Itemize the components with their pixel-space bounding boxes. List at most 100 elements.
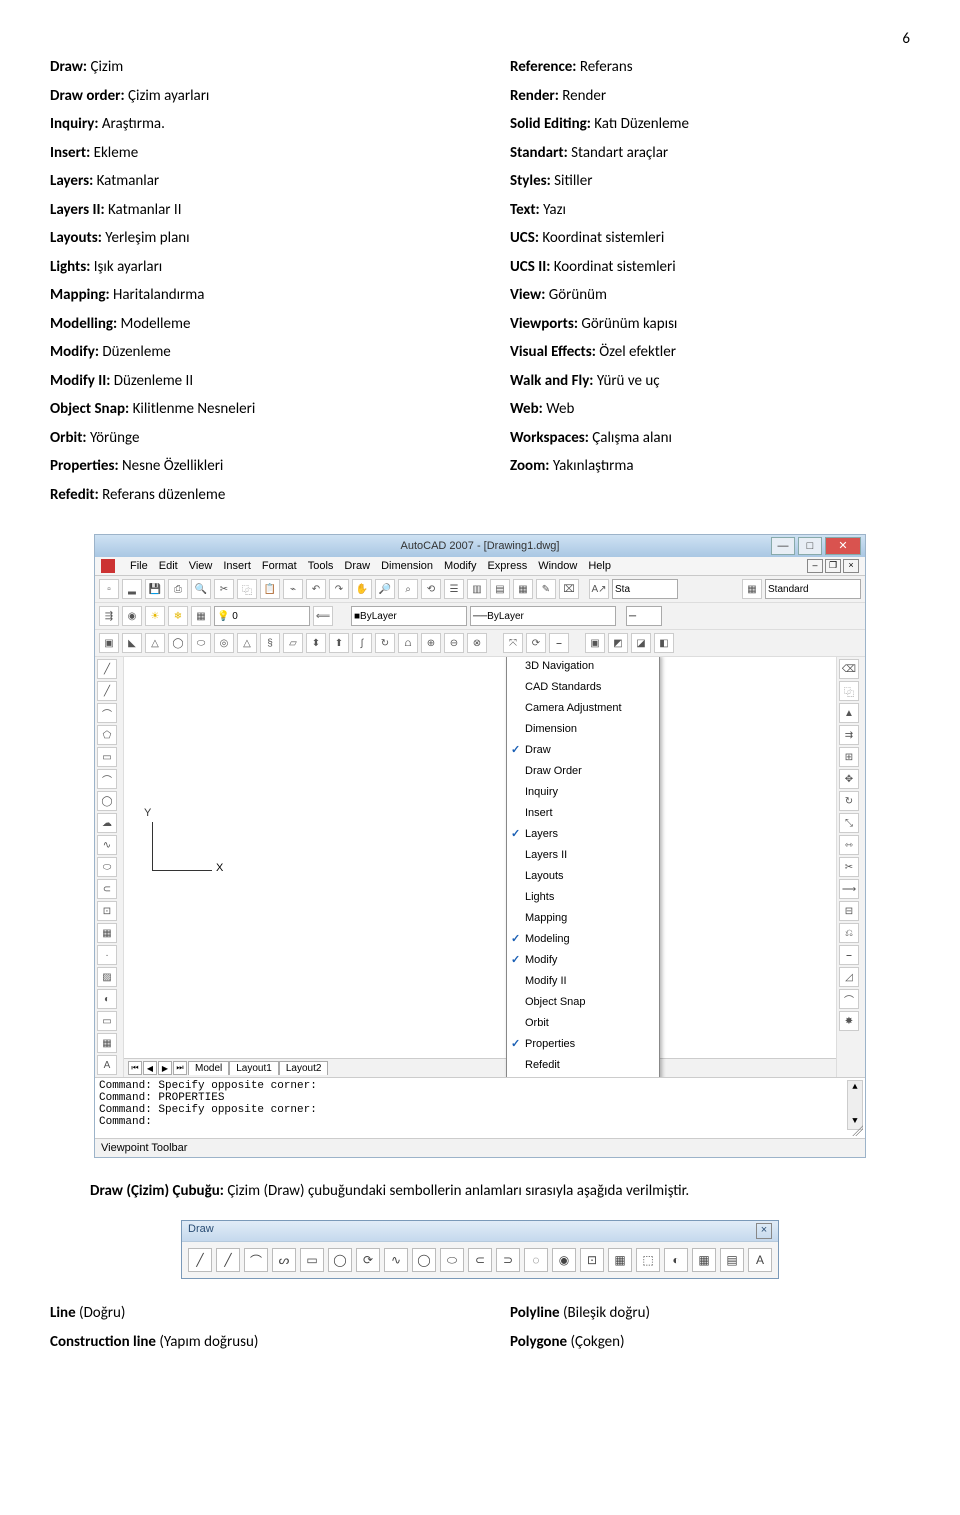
draw-tool-button-16[interactable]: ⬚ [636, 1248, 660, 1272]
menu-insert[interactable]: Insert [223, 560, 251, 572]
draw-tool-button-0[interactable]: ╱ [188, 1248, 212, 1272]
torus-icon[interactable]: ◎ [214, 633, 234, 653]
revolve-icon[interactable]: ↻ [375, 633, 395, 653]
extrude-icon[interactable]: ⬍ [306, 633, 326, 653]
spline-icon[interactable]: ∿ [97, 835, 117, 855]
line-icon[interactable]: ╱ [97, 659, 117, 679]
open-icon[interactable]: ▂ [122, 579, 142, 599]
draw-tool-button-4[interactable]: ▭ [300, 1248, 324, 1272]
planar-icon[interactable]: ▱ [283, 633, 303, 653]
sphere-icon[interactable]: ◯ [168, 633, 188, 653]
undo-icon[interactable]: ↶ [306, 579, 326, 599]
3drotate-icon[interactable]: ⟳ [526, 633, 546, 653]
draw-tool-button-10[interactable]: ⊂ [468, 1248, 492, 1272]
draw-tool-button-20[interactable]: A [748, 1248, 772, 1272]
tab-model[interactable]: Model [188, 1061, 229, 1075]
preview-icon[interactable]: 🔍 [191, 579, 211, 599]
tab-last-button[interactable]: ⏭ [173, 1061, 187, 1075]
color-dropdown[interactable]: ■ ByLayer [351, 606, 467, 626]
hatch-icon[interactable]: ▨ [97, 967, 117, 987]
scroll-up-icon[interactable]: ▲ [848, 1081, 862, 1093]
context-item[interactable]: Draw Order [507, 760, 659, 781]
wedge-icon[interactable]: ◣ [122, 633, 142, 653]
pyramid-icon[interactable]: △ [237, 633, 257, 653]
draw-tool-button-14[interactable]: ⊡ [580, 1248, 604, 1272]
markup-icon[interactable]: ✎ [536, 579, 556, 599]
draw-tool-button-19[interactable]: ▤ [720, 1248, 744, 1272]
loft-icon[interactable]: ⩍ [398, 633, 418, 653]
insert-block-icon[interactable]: ⊡ [97, 901, 117, 921]
tab-first-button[interactable]: ⏮ [128, 1061, 142, 1075]
break-at-icon[interactable]: ⊟ [839, 901, 859, 921]
tool-pal-icon[interactable]: ▤ [490, 579, 510, 599]
view-cube1-icon[interactable]: ▣ [585, 633, 605, 653]
draw-tool-button-11[interactable]: ⊃ [496, 1248, 520, 1272]
extend-icon[interactable]: ⟶ [839, 879, 859, 899]
layer-manager-icon[interactable]: ⇶ [99, 606, 119, 626]
mirror-icon[interactable]: ▲ [839, 703, 859, 723]
child-minimize-button[interactable]: – [807, 559, 823, 573]
make-block-icon[interactable]: ▦ [97, 923, 117, 943]
resize-grip-icon[interactable] [852, 1125, 863, 1136]
mtext-icon[interactable]: A [97, 1055, 117, 1075]
circle-icon[interactable]: ◯ [97, 791, 117, 811]
menu-window[interactable]: Window [538, 560, 577, 572]
draw-toolbar-close-button[interactable]: × [756, 1223, 772, 1239]
redo-icon[interactable]: ↷ [329, 579, 349, 599]
3dalign-icon[interactable]: ⎯ [549, 633, 569, 653]
layer-lock-icon[interactable]: ▦ [191, 606, 211, 626]
drawing-canvas[interactable]: Y X ⏮ ◀ ▶ ⏭ ModelLayout1Layout2 3D Navig… [124, 657, 836, 1077]
layer-prev-icon[interactable]: ⟸ [313, 606, 333, 626]
context-item[interactable]: Camera Adjustment [507, 697, 659, 718]
view-cube3-icon[interactable]: ◪ [631, 633, 651, 653]
view-cube4-icon[interactable]: ◧ [654, 633, 674, 653]
layer-dropdown[interactable]: 💡 0 [214, 606, 310, 626]
cylinder-icon[interactable]: ⬭ [191, 633, 211, 653]
context-item[interactable]: ✓Draw [507, 739, 659, 760]
draw-tool-button-1[interactable]: ╱ [216, 1248, 240, 1272]
region-icon[interactable]: ▭ [97, 1011, 117, 1031]
arc-icon[interactable]: ⌒ [97, 769, 117, 789]
calc-icon[interactable]: ⌧ [559, 579, 579, 599]
draw-tool-button-6[interactable]: ⟳ [356, 1248, 380, 1272]
draw-tool-button-7[interactable]: ∿ [384, 1248, 408, 1272]
dc-icon[interactable]: ▥ [467, 579, 487, 599]
menu-edit[interactable]: Edit [159, 560, 178, 572]
command-line[interactable]: Command: Specify opposite corner:Command… [95, 1077, 865, 1138]
trim-icon[interactable]: ✂ [839, 857, 859, 877]
draw-tool-button-2[interactable]: ⌒ [244, 1248, 268, 1272]
draw-tool-button-5[interactable]: ◯ [328, 1248, 352, 1272]
layer-state-icon[interactable]: ◉ [122, 606, 142, 626]
context-item[interactable]: Layouts [507, 865, 659, 886]
polygon-icon[interactable]: ⬠ [97, 725, 117, 745]
tab-layout1[interactable]: Layout1 [229, 1061, 279, 1075]
3dmove-icon[interactable]: ⤧ [503, 633, 523, 653]
context-item[interactable]: Refedit [507, 1054, 659, 1075]
menu-help[interactable]: Help [588, 560, 611, 572]
cut-icon[interactable]: ✂ [214, 579, 234, 599]
rectangle-icon[interactable]: ▭ [97, 747, 117, 767]
draw-tool-button-15[interactable]: ▦ [608, 1248, 632, 1272]
sweep-icon[interactable]: ∫ [352, 633, 372, 653]
standard-dropdown[interactable]: Standard [765, 579, 861, 599]
draw-tool-button-18[interactable]: ▦ [692, 1248, 716, 1272]
move-icon[interactable]: ✥ [839, 769, 859, 789]
erase-icon[interactable]: ⌫ [839, 659, 859, 679]
minimize-button[interactable]: — [771, 537, 795, 555]
context-item[interactable]: Reference [507, 1075, 659, 1077]
linetype-dropdown[interactable]: ── ByLayer [470, 606, 616, 626]
layer-bulb-icon[interactable]: ☀ [145, 606, 165, 626]
print-icon[interactable]: ⎙ [168, 579, 188, 599]
context-item[interactable]: Layers II [507, 844, 659, 865]
context-item[interactable]: Insert [507, 802, 659, 823]
draw-tool-button-17[interactable]: ◐ [664, 1248, 688, 1272]
stretch-icon[interactable]: ⇿ [839, 835, 859, 855]
join-icon[interactable]: ⎯ [839, 945, 859, 965]
layer-sun-icon[interactable]: ❄ [168, 606, 188, 626]
chamfer-icon[interactable]: ◿ [839, 967, 859, 987]
rotate-icon[interactable]: ↻ [839, 791, 859, 811]
draw-tool-button-13[interactable]: ◉ [552, 1248, 576, 1272]
zoom-prev-icon[interactable]: ⟲ [421, 579, 441, 599]
gradient-icon[interactable]: ◐ [97, 989, 117, 1009]
context-item[interactable]: Dimension [507, 718, 659, 739]
